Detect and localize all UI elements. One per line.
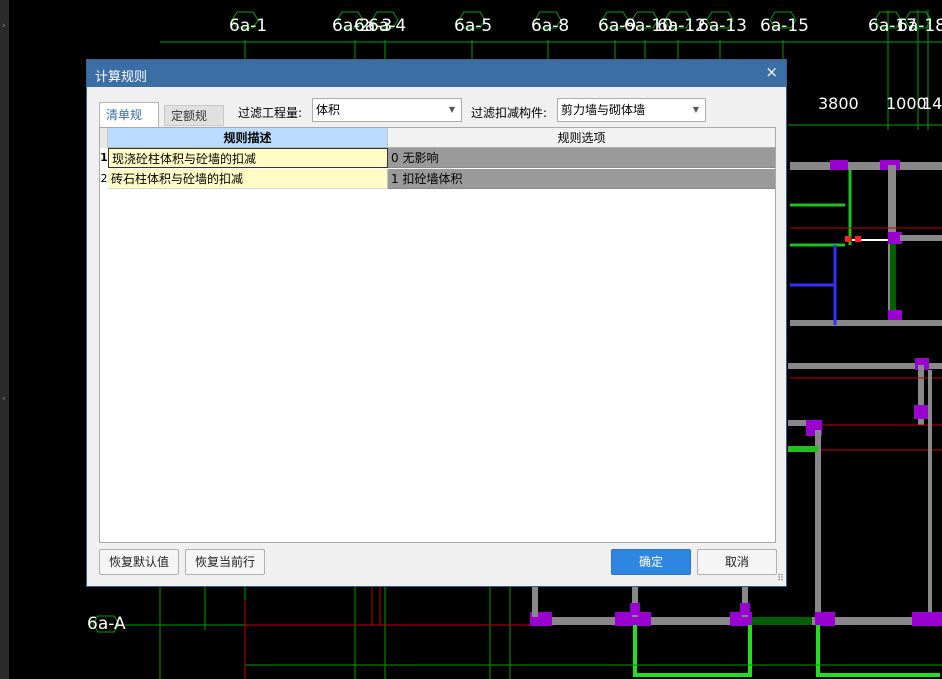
axis-label: 6a-4	[368, 16, 407, 36]
axis-label: 6a-5	[454, 16, 493, 36]
dimension-label: 1000	[886, 94, 927, 113]
axis-label: 6a-8	[531, 16, 570, 36]
restore-default-button[interactable]: 恢复默认值	[99, 549, 179, 575]
rules-grid[interactable]: 规则描述 规则选项 1 现浇砼柱体积与砼墙的扣减 0 无影响 2 砖石柱体积与砼…	[99, 127, 776, 543]
dropdown-arrow-icon: ▼	[692, 105, 699, 114]
filter-deduct-label: 过滤扣减构件:	[471, 106, 548, 120]
row-number: 2	[100, 169, 108, 189]
table-row[interactable]: 2 砖石柱体积与砼墙的扣减 1 扣砼墙体积	[100, 169, 775, 189]
dropdown-arrow-icon: ▼	[448, 105, 455, 114]
restore-row-button[interactable]: 恢复当前行	[185, 549, 265, 575]
axis-label: 6a-13	[698, 16, 747, 36]
filter-quantity-label: 过滤工程量:	[238, 106, 303, 120]
rule-option-cell[interactable]: 0 无影响	[388, 148, 775, 168]
axis-label: 6a-18	[897, 16, 942, 36]
filter-deduct-value: 剪力墙与砌体墙	[561, 103, 646, 117]
dimension-label: 140	[922, 94, 942, 113]
filter-quantity-value: 体积	[316, 103, 341, 117]
table-row[interactable]: 1 现浇砼柱体积与砼墙的扣减 0 无影响	[100, 148, 775, 168]
dimension-label: 3800	[818, 94, 859, 113]
rule-option-cell[interactable]: 1 扣砼墙体积	[388, 169, 775, 189]
column-header-option[interactable]: 规则选项	[388, 128, 775, 148]
axis-label: 6a-15	[760, 16, 809, 36]
close-icon[interactable]: ×	[765, 63, 778, 81]
rule-desc-cell[interactable]: 砖石柱体积与砼墙的扣减	[108, 169, 388, 189]
column-header-desc[interactable]: 规则描述	[108, 128, 388, 148]
filter-quantity-select[interactable]: 体积 ▼	[312, 98, 462, 122]
grid-corner	[100, 128, 108, 148]
resize-grip-icon[interactable]: ⠿	[777, 574, 784, 584]
ok-button[interactable]: 确定	[611, 549, 691, 575]
tab-list-rules[interactable]: 清单规则	[99, 102, 159, 146]
dialog-title: 计算规则	[95, 70, 148, 85]
axis-label: 6a-A	[87, 614, 126, 634]
calculation-rules-dialog: 计算规则 × 清单规则 定额规则 过滤工程量: 体积 ▼ 过滤扣减构件: 剪力墙…	[86, 59, 787, 587]
dialog-titlebar[interactable]: 计算规则 ×	[87, 60, 786, 87]
filter-deduct-select[interactable]: 剪力墙与砌体墙 ▼	[557, 98, 706, 122]
axis-label: 6a-1	[229, 16, 268, 36]
rule-desc-cell[interactable]: 现浇砼柱体积与砼墙的扣减	[108, 148, 388, 168]
row-number: 1	[100, 148, 108, 168]
cancel-button[interactable]: 取消	[697, 549, 777, 575]
tab-quota-rules[interactable]: 定额规则	[164, 105, 224, 144]
